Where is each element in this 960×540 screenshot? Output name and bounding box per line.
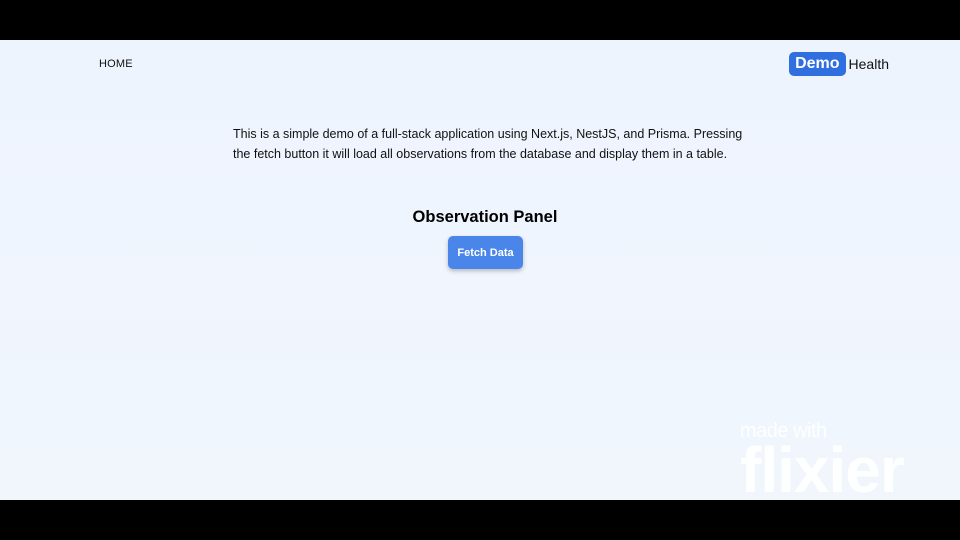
intro-text: This is a simple demo of a full-stack ap…: [233, 126, 743, 161]
brand-text: Health: [848, 56, 889, 72]
app-viewport: HOME Demo Health This is a simple demo o…: [0, 40, 960, 500]
brand-logo[interactable]: Demo Health: [789, 52, 889, 76]
nav-home-link[interactable]: HOME: [99, 58, 133, 70]
letterbox-top: [0, 0, 960, 40]
panel-title: Observation Panel: [412, 208, 558, 226]
fetch-data-button[interactable]: Fetch Data: [448, 236, 523, 269]
brand-badge: Demo: [789, 52, 846, 76]
letterbox-bottom: [0, 500, 960, 540]
